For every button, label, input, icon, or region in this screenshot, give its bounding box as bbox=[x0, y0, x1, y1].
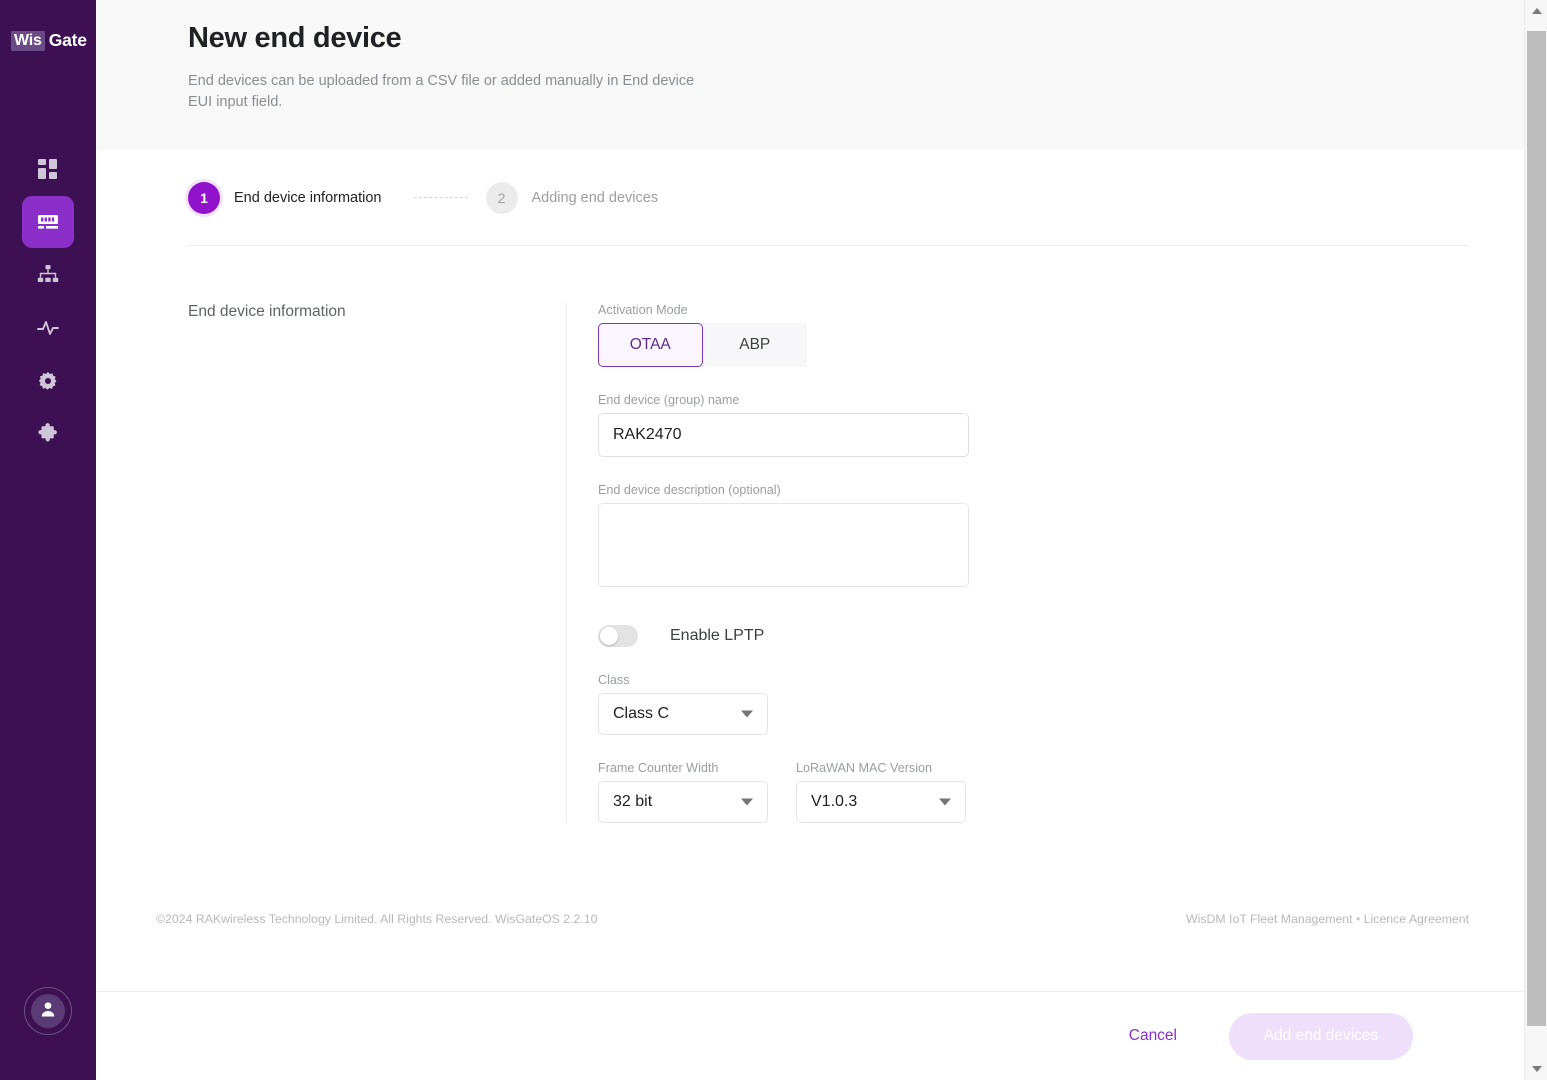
scrollbar-down-button[interactable] bbox=[1525, 1058, 1547, 1080]
avatar-inner bbox=[31, 994, 65, 1028]
avatar[interactable] bbox=[24, 987, 72, 1035]
device-name-input[interactable] bbox=[598, 413, 969, 457]
scrollbar-up-button[interactable] bbox=[1525, 0, 1547, 22]
enable-lptp-label: Enable LPTP bbox=[670, 627, 765, 644]
sidebar: Wis Gate bbox=[0, 0, 96, 1080]
device-description-label: End device description (optional) bbox=[598, 483, 781, 497]
step-2-label: Adding end devices bbox=[531, 189, 659, 206]
avatar-container bbox=[0, 987, 96, 1035]
step-1-number: 1 bbox=[188, 181, 220, 214]
chevron-down-icon bbox=[741, 798, 753, 806]
activation-mode-field: Activation Mode OTAA ABP bbox=[598, 303, 1547, 367]
network-topology-icon bbox=[37, 264, 59, 286]
step-1[interactable]: 1 End device information bbox=[188, 181, 382, 214]
lorawan-mac-version-field: LoRaWAN MAC Version V1.0.3 bbox=[796, 761, 966, 823]
stepper: 1 End device information 2 Adding end de… bbox=[188, 150, 1547, 245]
stepper-area: 1 End device information 2 Adding end de… bbox=[96, 150, 1547, 245]
chevron-down-icon bbox=[741, 710, 753, 718]
form-fields: Activation Mode OTAA ABP End device (gro… bbox=[598, 303, 1547, 823]
activation-mode-otaa[interactable]: OTAA bbox=[598, 323, 703, 367]
form-vertical-divider bbox=[566, 303, 567, 823]
device-description-field: End device description (optional) bbox=[598, 483, 1547, 592]
sidebar-item-activity[interactable] bbox=[22, 302, 74, 354]
page-subtitle: End devices can be uploaded from a CSV f… bbox=[188, 73, 695, 110]
frame-counter-width-label: Frame Counter Width bbox=[598, 761, 719, 775]
vertical-scrollbar[interactable] bbox=[1524, 0, 1547, 1080]
chevron-up-icon bbox=[1531, 8, 1542, 14]
footer-link-fleet-management[interactable]: WisDM IoT Fleet Management bbox=[1186, 912, 1353, 926]
frame-counter-width-value: 32 bit bbox=[613, 793, 653, 810]
device-name-label: End device (group) name bbox=[598, 393, 740, 407]
activation-mode-label: Activation Mode bbox=[598, 303, 688, 317]
user-avatar-icon bbox=[38, 999, 58, 1024]
dashboard-grid-icon bbox=[37, 158, 59, 180]
brand-logo-suffix: Gate bbox=[48, 30, 87, 50]
toggle-knob bbox=[600, 627, 618, 645]
chevron-down-icon bbox=[1531, 1066, 1542, 1072]
step-2-number: 2 bbox=[485, 181, 518, 214]
footer-links: WisDM IoT Fleet Management • Licence Agr… bbox=[1186, 912, 1469, 926]
form-section-title: End device information bbox=[188, 303, 346, 320]
sidebar-nav bbox=[0, 143, 96, 461]
activity-pulse-icon bbox=[36, 317, 60, 339]
device-class-label: Class bbox=[598, 673, 630, 687]
action-bar: Cancel Add end devices bbox=[96, 991, 1547, 1080]
device-class-value: Class C bbox=[613, 705, 670, 722]
chevron-down-icon bbox=[939, 798, 951, 806]
sidebar-item-end-devices[interactable] bbox=[22, 196, 74, 248]
puzzle-piece-icon bbox=[37, 423, 59, 445]
site-footer: ©2024 RAKwireless Technology Limited. Al… bbox=[96, 912, 1547, 926]
enable-lptp-toggle[interactable] bbox=[598, 625, 638, 647]
app-root: Wis Gate New end device End devices can … bbox=[0, 0, 1547, 1080]
step-2[interactable]: 2 Adding end devices bbox=[485, 181, 659, 214]
footer-link-licence-agreement[interactable]: Licence Agreement bbox=[1364, 912, 1469, 926]
activation-mode-abp[interactable]: ABP bbox=[702, 323, 807, 367]
sidebar-item-settings[interactable] bbox=[22, 355, 74, 407]
enable-lptp-field: Enable LPTP bbox=[598, 625, 1547, 647]
main-content: New end device End devices can be upload… bbox=[96, 0, 1547, 1080]
form-region: End device information Activation Mode O… bbox=[96, 246, 1547, 823]
lorawan-mac-version-label: LoRaWAN MAC Version bbox=[796, 761, 933, 775]
add-end-devices-button[interactable]: Add end devices bbox=[1229, 1012, 1413, 1060]
sidebar-item-plugins[interactable] bbox=[22, 408, 74, 460]
step-connector bbox=[413, 197, 468, 198]
device-description-textarea[interactable] bbox=[598, 503, 969, 587]
device-class-select[interactable]: Class C bbox=[598, 693, 768, 735]
device-class-field: Class Class C bbox=[598, 673, 1547, 735]
form-section-header: End device information bbox=[188, 303, 566, 823]
bottom-selects-row: Frame Counter Width 32 bit LoRaWAN MAC V… bbox=[598, 761, 1547, 823]
activation-mode-segmented: OTAA ABP bbox=[598, 323, 807, 367]
lorawan-mac-version-select[interactable]: V1.0.3 bbox=[796, 781, 966, 823]
step-1-label: End device information bbox=[234, 189, 382, 206]
page-title: New end device bbox=[188, 22, 402, 54]
sidebar-item-dashboard[interactable] bbox=[22, 143, 74, 195]
lorawan-mac-version-value: V1.0.3 bbox=[811, 793, 858, 810]
footer-separator: • bbox=[1355, 912, 1361, 926]
gear-icon bbox=[37, 370, 59, 392]
frame-counter-width-field: Frame Counter Width 32 bit bbox=[598, 761, 768, 823]
scrollbar-thumb[interactable] bbox=[1527, 31, 1546, 1026]
sidebar-item-network[interactable] bbox=[22, 249, 74, 301]
device-name-field: End device (group) name bbox=[598, 393, 1547, 457]
footer-copyright: ©2024 RAKwireless Technology Limited. Al… bbox=[156, 912, 598, 926]
brand-logo-prefix: Wis bbox=[11, 30, 45, 51]
brand-logo[interactable]: Wis Gate bbox=[11, 30, 87, 51]
cancel-button[interactable]: Cancel bbox=[1129, 1027, 1177, 1045]
frame-counter-width-select[interactable]: 32 bit bbox=[598, 781, 768, 823]
page-header: New end device End devices can be upload… bbox=[96, 0, 1547, 150]
end-devices-icon bbox=[36, 211, 60, 233]
